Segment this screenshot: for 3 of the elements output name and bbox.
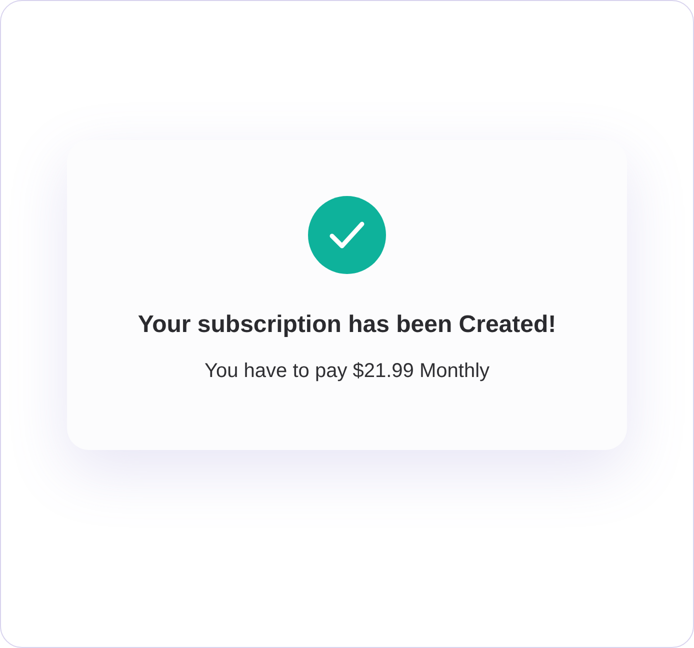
success-title: Your subscription has been Created! <box>138 310 556 340</box>
check-icon <box>308 196 386 274</box>
payment-message: You have to pay $21.99 Monthly <box>204 359 490 384</box>
